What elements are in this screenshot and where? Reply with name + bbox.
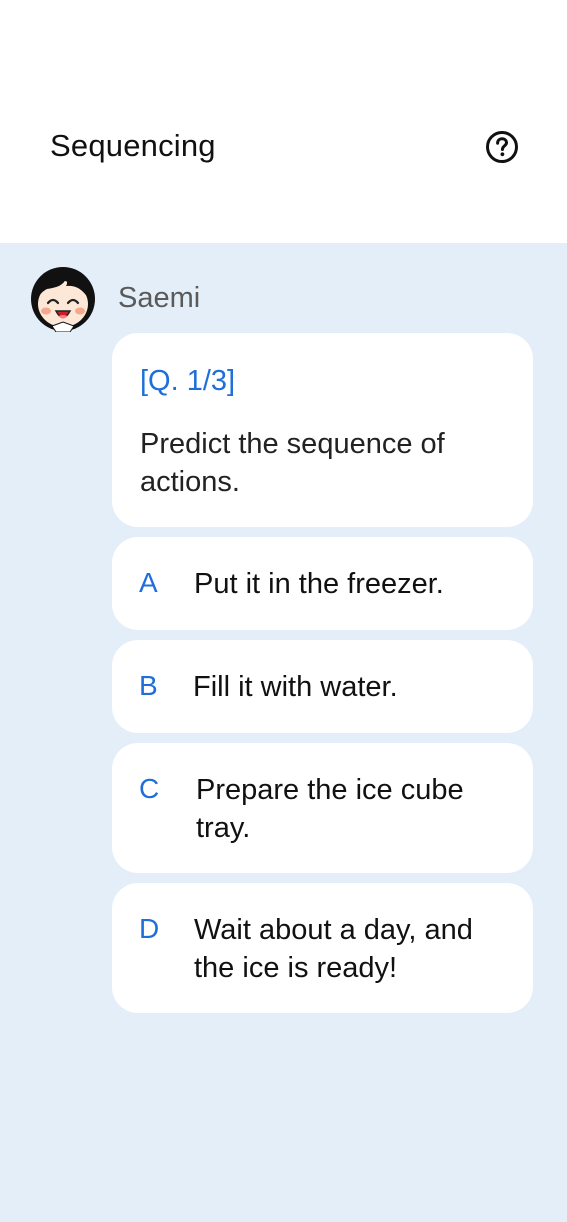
option-text: Prepare the ice cube tray. xyxy=(196,774,464,844)
option-letter: D xyxy=(139,913,160,944)
option-c-button[interactable]: C Prepare the ice cube tray. xyxy=(112,743,533,873)
option-text: Put it in the freezer. xyxy=(194,568,444,600)
option-text: Wait about a day, and the ice is ready! xyxy=(194,914,473,984)
question-text: Predict the sequence of actions. xyxy=(140,428,445,498)
help-button[interactable] xyxy=(485,130,519,164)
option-letter: B xyxy=(139,670,158,701)
option-d-button[interactable]: D Wait about a day, and the ice is ready… xyxy=(112,883,533,1013)
option-text: Fill it with water. xyxy=(193,671,398,703)
option-a-button[interactable]: A Put it in the freezer. xyxy=(112,537,533,630)
header-bar: Sequencing xyxy=(0,0,567,243)
page-title: Sequencing xyxy=(50,128,216,163)
question-circle-icon xyxy=(486,131,518,163)
smiling-child-avatar-icon xyxy=(31,267,95,333)
avatar xyxy=(30,266,96,333)
option-b-button[interactable]: B Fill it with water. xyxy=(112,640,533,733)
option-letter: A xyxy=(139,567,158,598)
question-number: [Q. 1/3] xyxy=(140,365,236,397)
question-bubble: [Q. 1/3] Predict the sequence of actions… xyxy=(112,333,533,527)
sender-name: Saemi xyxy=(118,282,201,314)
option-letter: C xyxy=(139,773,160,804)
